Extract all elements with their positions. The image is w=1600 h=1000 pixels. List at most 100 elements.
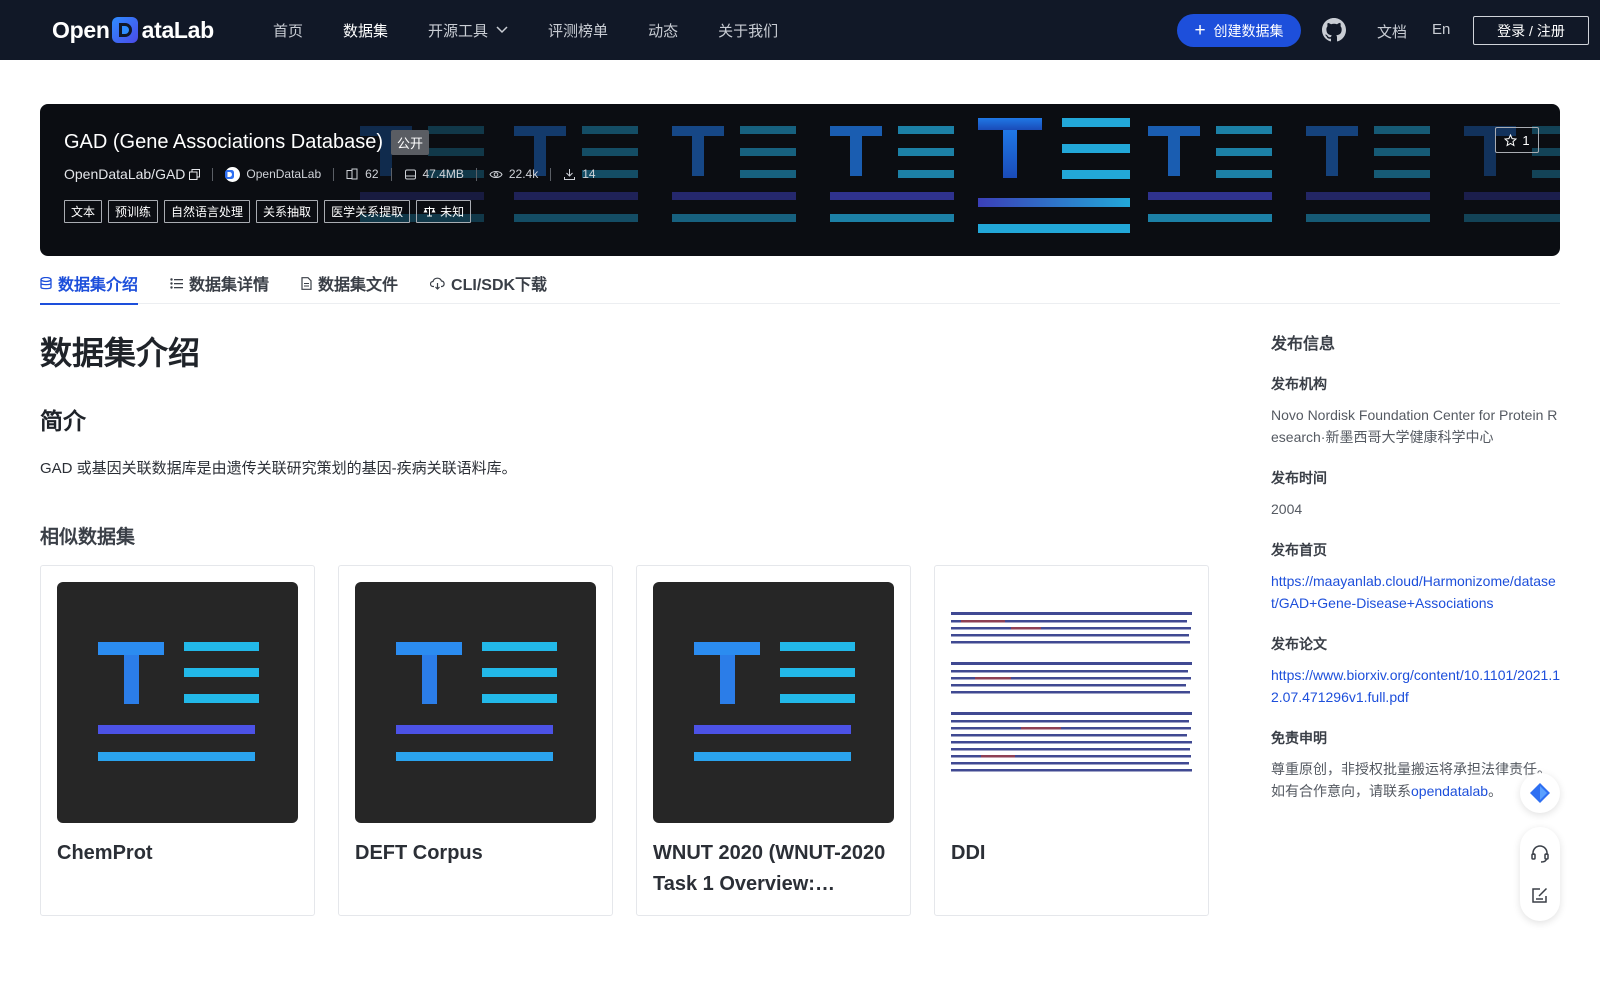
file-count: 62 (346, 167, 379, 181)
org-avatar (225, 166, 241, 182)
tools-panel (1520, 827, 1560, 921)
nav-leaderboard[interactable]: 评测榜单 (548, 20, 608, 41)
customer-service-icon[interactable] (1530, 844, 1550, 864)
tab-details[interactable]: 数据集详情 (170, 262, 269, 304)
download-count-value: 14 (582, 167, 596, 181)
nav-about[interactable]: 关于我们 (718, 20, 778, 41)
nav-datasets[interactable]: 数据集 (343, 20, 388, 41)
similar-dataset-card[interactable]: DDI (934, 565, 1209, 916)
dataset-banner: GAD (Gene Associations Database) 公开 Open… (40, 104, 1560, 256)
opendatalab-logo[interactable]: Open ataLab (52, 14, 214, 46)
meta-divider (550, 167, 552, 181)
publisher-value: Novo Nordisk Foundation Center for Prote… (1271, 407, 1558, 445)
storage-icon (404, 169, 416, 179)
license-tag[interactable]: 未知 (416, 200, 472, 223)
feedback-edit-icon[interactable] (1530, 885, 1550, 905)
disclaimer-text: 尊重原创，非授权批量搬运将承担法律责任。如有合作意向，请联系opendatala… (1271, 758, 1560, 802)
main-nav: 首页 数据集 开源工具 评测榜单 动态 关于我们 (273, 0, 818, 60)
view-count-value: 22.4k (508, 167, 539, 181)
nav-open-tools-label: 开源工具 (428, 22, 489, 40)
nav-home[interactable]: 首页 (273, 20, 303, 41)
tab-introduction-label: 数据集介绍 (58, 277, 139, 294)
nav-news-label: 动态 (648, 22, 679, 40)
create-dataset-label: 创建数据集 (1213, 22, 1284, 39)
tab-files-label: 数据集文件 (318, 277, 399, 294)
assistant-diamond-icon (1530, 783, 1550, 803)
create-dataset-button[interactable]: + 创建数据集 (1177, 14, 1301, 47)
meta-divider (475, 167, 477, 181)
download-icon (564, 168, 576, 180)
similar-dataset-title: DEFT Corpus (355, 842, 483, 864)
homepage-label: 发布首页 (1271, 542, 1327, 558)
similar-dataset-title: DDI (951, 842, 986, 864)
text-dataset-thumbnail (57, 582, 298, 823)
similar-dataset-card[interactable]: DEFT Corpus (338, 565, 613, 916)
star-button[interactable]: 1 (1495, 127, 1539, 153)
text-dataset-thumbnail (653, 582, 894, 823)
database-icon (40, 276, 52, 289)
language-switch[interactable]: En (1432, 21, 1450, 38)
similar-dataset-card[interactable]: ChemProt (40, 565, 315, 916)
homepage-link[interactable]: https://maayanlab.cloud/Harmonizome/data… (1271, 573, 1556, 611)
logo-d-icon (111, 16, 141, 44)
files-icon (346, 168, 358, 179)
contact-link[interactable]: opendatalab (1411, 783, 1488, 799)
section-heading-introduction: 数据集介绍 (40, 335, 201, 371)
disclaimer-label: 免责申明 (1271, 730, 1327, 746)
floating-toolbar (1520, 773, 1560, 921)
tab-files[interactable]: 数据集文件 (301, 262, 398, 304)
dataset-title: GAD (Gene Associations Database) (64, 131, 384, 153)
nav-about-label: 关于我们 (718, 22, 779, 40)
star-count: 1 (1522, 132, 1530, 148)
dataset-title-row: GAD (Gene Associations Database) 公开 (64, 130, 430, 155)
nav-open-tools[interactable]: 开源工具 (428, 20, 508, 41)
section-heading-similar: 相似数据集 (40, 527, 136, 548)
tag[interactable]: 预训练 (108, 200, 159, 223)
assistant-button[interactable] (1520, 773, 1560, 813)
dataset-slug-text: OpenDataLab/GAD (64, 166, 186, 182)
cloud-download-icon (430, 277, 445, 290)
plus-icon: + (1194, 20, 1206, 41)
github-icon[interactable] (1322, 18, 1346, 42)
login-register-button[interactable]: 登录 / 注册 (1473, 16, 1589, 45)
meta-divider (390, 167, 392, 181)
dataset-size-value: 47.4MB (422, 167, 464, 181)
tab-cli-sdk-label: CLI/SDK下载 (451, 277, 548, 294)
tag[interactable]: 文本 (64, 200, 103, 223)
tag[interactable]: 医学关系提取 (324, 200, 411, 223)
star-icon (1504, 133, 1518, 147)
similar-dataset-title: WNUT 2020 (WNUT-2020 Task 1 Overview:… (653, 842, 886, 895)
download-count: 14 (563, 167, 596, 181)
logo-text-left: Open (52, 16, 110, 43)
publish-info-heading: 发布信息 (1271, 336, 1336, 353)
nav-datasets-label: 数据集 (343, 22, 389, 40)
tag[interactable]: 自然语言处理 (164, 200, 251, 223)
meta-divider (333, 167, 335, 181)
top-navbar: Open ataLab 首页 数据集 开源工具 评测榜单 动态 关于我们 + 创… (0, 0, 1600, 60)
tag[interactable]: 关系抽取 (256, 200, 319, 223)
paper-link[interactable]: https://www.biorxiv.org/content/10.1101/… (1271, 667, 1560, 705)
eye-icon (489, 170, 503, 178)
nav-docs[interactable]: 文档 (1377, 21, 1407, 42)
publish-date-label: 发布时间 (1271, 470, 1327, 486)
dataset-description: GAD 或基因关联数据库是由遗传关联研究策划的基因-疾病关联语料库。 (40, 460, 517, 477)
similar-dataset-card[interactable]: WNUT 2020 (WNUT-2020 Task 1 Overview:… (636, 565, 911, 916)
dataset-size: 47.4MB (404, 167, 464, 181)
meta-divider (212, 167, 214, 181)
nav-news[interactable]: 动态 (648, 20, 678, 41)
list-icon (170, 277, 184, 289)
file-count-value: 62 (365, 167, 379, 181)
disclaimer-end: 。 (1488, 783, 1503, 799)
logo-text-right: ataLab (141, 16, 215, 43)
org-link[interactable]: OpenDataLab (225, 166, 321, 182)
tab-introduction[interactable]: 数据集介绍 (40, 262, 139, 305)
file-icon (301, 276, 312, 290)
tab-cli-sdk[interactable]: CLI/SDK下载 (430, 262, 547, 304)
license-value: 未知 (440, 205, 465, 219)
copy-icon[interactable] (189, 168, 201, 180)
text-dataset-thumbnail (355, 582, 596, 823)
chevron-down-icon (496, 26, 508, 34)
paper-scan-thumbnail (951, 582, 1192, 823)
similar-dataset-title: ChemProt (57, 842, 153, 864)
paper-label: 发布论文 (1271, 636, 1327, 652)
